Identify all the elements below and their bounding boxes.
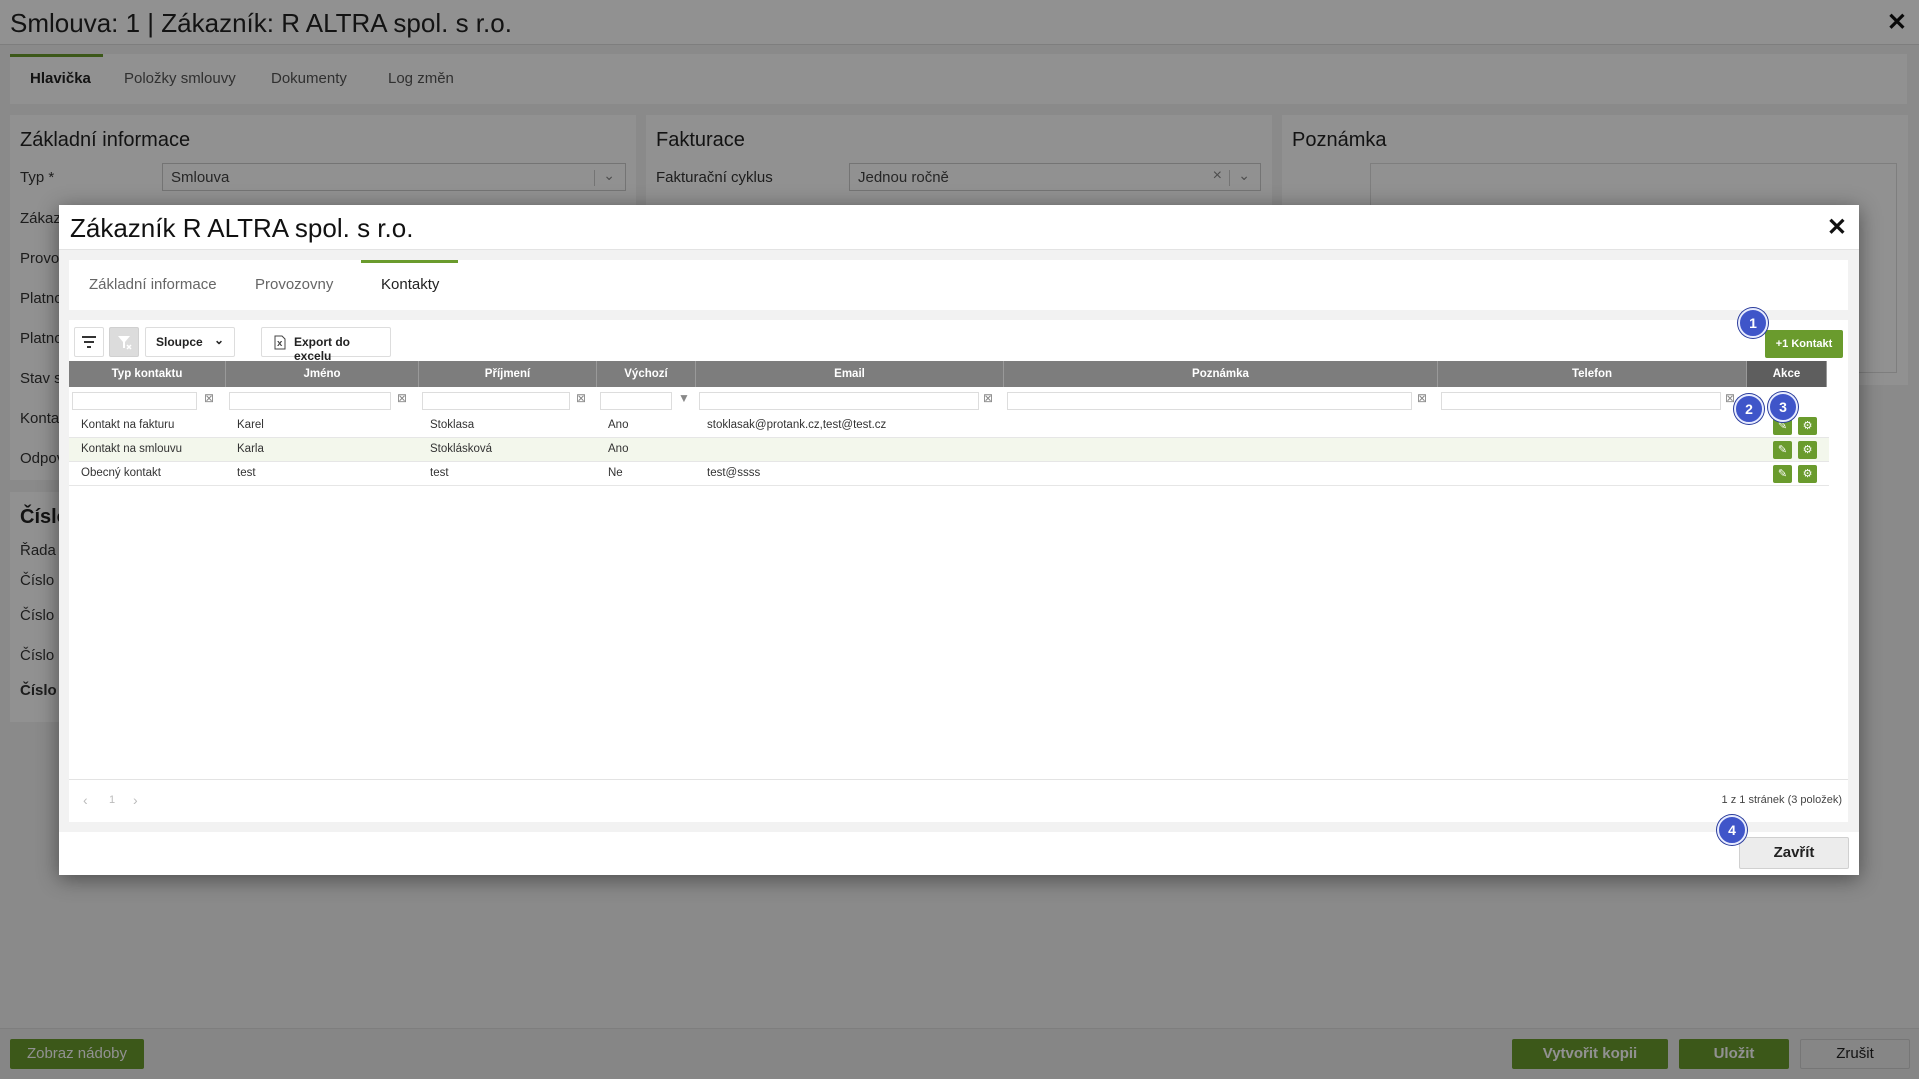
cell-vychozi: Ano: [608, 443, 629, 455]
filter-clear-icon[interactable]: ⊠: [983, 391, 993, 405]
cell-typ-kontaktu: Kontakt na fakturu: [81, 419, 175, 431]
filter-input-prijmeni[interactable]: [422, 392, 570, 410]
pager-next-icon[interactable]: ›: [133, 792, 138, 808]
excel-file-icon: X: [274, 335, 286, 350]
annotation-marker: 4: [1717, 815, 1747, 845]
columns-dropdown[interactable]: Sloupce ⌄: [145, 327, 235, 357]
filter-input-telefon[interactable]: [1441, 392, 1721, 410]
cell-vychozi: Ano: [608, 419, 629, 431]
column-header-vychozi[interactable]: Výchozí: [597, 361, 696, 387]
column-header-prijmeni[interactable]: Příjmení: [419, 361, 597, 387]
gear-icon[interactable]: ⚙: [1798, 441, 1817, 459]
table-row[interactable]: Kontakt na smlouvu Karla Stoklásková Ano…: [69, 438, 1829, 462]
clear-filter-button[interactable]: [109, 327, 139, 357]
cell-prijmeni: Stoklásková: [430, 443, 493, 455]
filter-input-email[interactable]: [699, 392, 979, 410]
filter-clear-icon[interactable]: ⊠: [576, 391, 586, 405]
tab-kontakty[interactable]: Kontakty: [381, 276, 439, 293]
gear-icon[interactable]: ⚙: [1798, 417, 1817, 435]
close-modal-button[interactable]: Zavřít: [1739, 837, 1849, 869]
modal-body: Základní informace Provozovny Kontakty S…: [59, 250, 1859, 832]
gear-icon[interactable]: ⚙: [1798, 465, 1817, 483]
filter-clear-icon[interactable]: ⊠: [397, 391, 407, 405]
filter-input-typ-kontaktu[interactable]: [72, 392, 197, 410]
table-row[interactable]: Obecný kontakt test test Ne test@ssss ✎ …: [69, 462, 1829, 486]
tab-zakladni-informace[interactable]: Základní informace: [89, 276, 217, 293]
cell-email: stoklasak@protank.cz,test@test.cz: [707, 419, 887, 431]
export-excel-button[interactable]: X Export do excelu: [261, 327, 391, 363]
filter-clear-icon[interactable]: ⊠: [1725, 391, 1735, 405]
modal-title: Zákazník R ALTRA spol. s r.o.: [70, 213, 414, 243]
filter-lines-icon: [82, 336, 96, 348]
pager-info: 1 z 1 stránek (3 položek): [1721, 794, 1842, 806]
grid-pager: ‹ 1 › 1 z 1 stránek (3 položek): [69, 779, 1848, 822]
edit-pencil-icon[interactable]: ✎: [1773, 465, 1792, 483]
cell-typ-kontaktu: Obecný kontakt: [81, 467, 161, 479]
cell-jmeno: Karla: [237, 443, 264, 455]
pager-page-number[interactable]: 1: [109, 794, 115, 806]
filter-input-poznamka[interactable]: [1007, 392, 1412, 410]
modal-tabs: Základní informace Provozovny Kontakty: [69, 260, 1848, 310]
cell-vychozi: Ne: [608, 467, 623, 479]
modal-header: Zákazník R ALTRA spol. s r.o. ✕: [59, 205, 1859, 250]
annotation-marker: 3: [1768, 392, 1798, 422]
active-tab-indicator: [361, 260, 458, 263]
cell-email: test@ssss: [707, 467, 761, 479]
filter-clear-icon: [118, 336, 132, 350]
funnel-icon[interactable]: ▼: [678, 391, 690, 405]
cell-typ-kontaktu: Kontakt na smlouvu: [81, 443, 183, 455]
cell-jmeno: test: [237, 467, 256, 479]
cell-jmeno: Karel: [237, 419, 264, 431]
export-label: Export do excelu: [294, 335, 350, 363]
filter-clear-icon[interactable]: ⊠: [204, 391, 214, 405]
add-contact-button[interactable]: +1 Kontakt: [1765, 330, 1843, 358]
chevron-down-icon: ⌄: [213, 333, 224, 347]
column-header-email[interactable]: Email: [696, 361, 1004, 387]
annotation-marker: 2: [1734, 394, 1764, 424]
column-header-poznamka[interactable]: Poznámka: [1004, 361, 1438, 387]
annotation-marker: 1: [1738, 308, 1768, 338]
table-row[interactable]: Kontakt na fakturu Karel Stoklasa Ano st…: [69, 414, 1829, 438]
column-header-telefon[interactable]: Telefon: [1438, 361, 1747, 387]
edit-pencil-icon[interactable]: ✎: [1773, 441, 1792, 459]
contacts-grid: Sloupce ⌄ X Export do excelu +1 Kontakt …: [69, 320, 1848, 822]
svg-text:X: X: [277, 340, 283, 348]
pager-prev-icon[interactable]: ‹: [83, 792, 88, 808]
column-header-akce: Akce: [1747, 361, 1827, 387]
filter-clear-icon[interactable]: ⊠: [1417, 391, 1427, 405]
filter-toggle-button[interactable]: [74, 327, 104, 357]
cell-prijmeni: test: [430, 467, 449, 479]
customer-modal: Zákazník R ALTRA spol. s r.o. ✕ Základní…: [59, 205, 1859, 875]
modal-close-icon[interactable]: ✕: [1827, 213, 1847, 242]
filter-input-jmeno[interactable]: [229, 392, 391, 410]
tab-provozovny[interactable]: Provozovny: [255, 276, 333, 293]
column-header-jmeno[interactable]: Jméno: [226, 361, 419, 387]
cell-prijmeni: Stoklasa: [430, 419, 475, 431]
column-header-typ-kontaktu[interactable]: Typ kontaktu: [69, 361, 226, 387]
filter-input-vychozi[interactable]: [600, 392, 672, 410]
columns-label: Sloupce: [156, 335, 203, 349]
modal-footer: Zavřít: [59, 832, 1859, 875]
